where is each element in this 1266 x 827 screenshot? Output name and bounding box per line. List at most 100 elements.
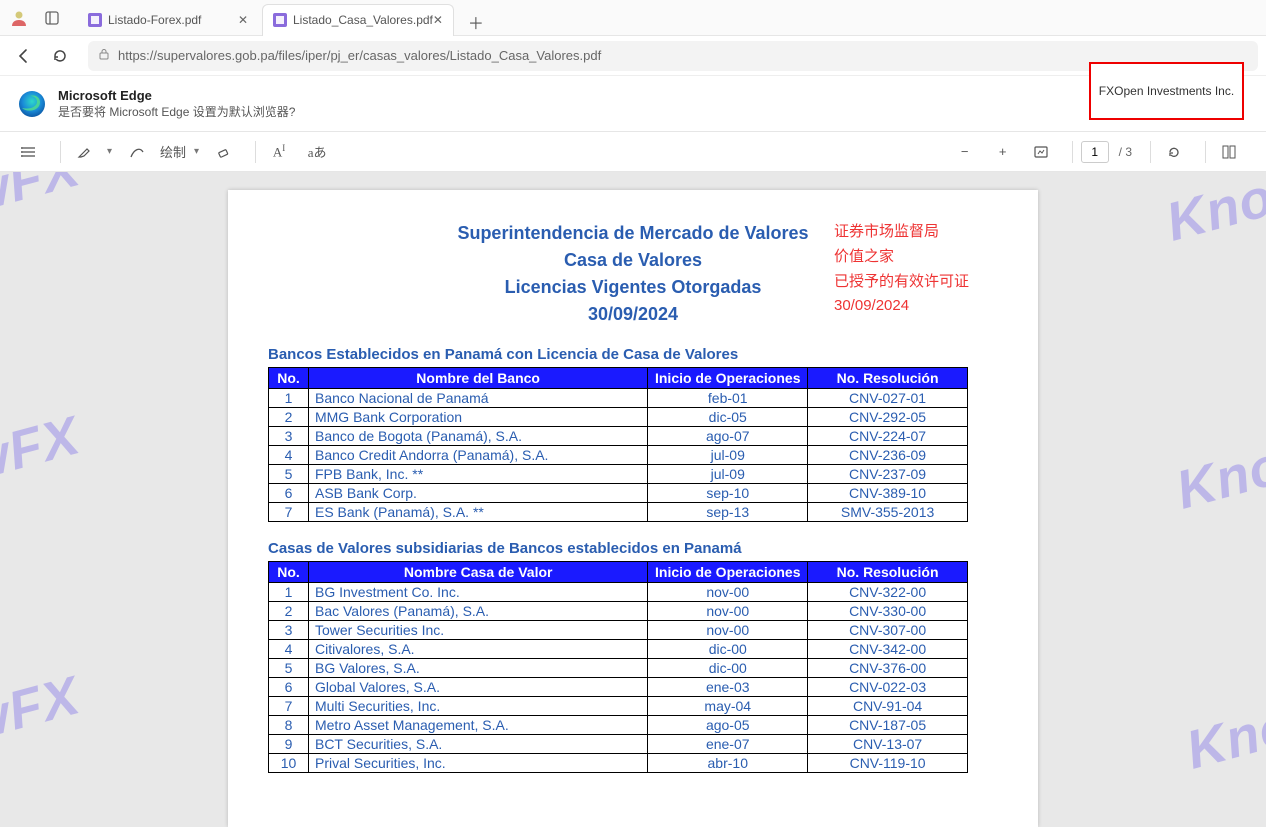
lock-icon [98, 48, 110, 63]
divider [60, 141, 61, 163]
cell-res: CNV-322-00 [808, 583, 968, 602]
erase-tool-icon[interactable] [209, 137, 239, 167]
chevron-down-icon[interactable]: ▾ [194, 146, 199, 157]
cell-name: Multi Securities, Inc. [308, 697, 647, 716]
new-tab-button[interactable]: ＋ [462, 8, 490, 36]
col-op: Inicio de Operaciones [648, 368, 808, 389]
tab-actions-icon[interactable] [38, 4, 66, 32]
cell-name: Banco de Bogota (Panamá), S.A. [308, 427, 647, 446]
cell-name: BG Investment Co. Inc. [308, 583, 647, 602]
cell-name: BCT Securities, S.A. [308, 735, 647, 754]
page-view-icon[interactable] [1214, 137, 1244, 167]
section2-title: Casas de Valores subsidiarias de Bancos … [268, 540, 998, 557]
table-row: 8 Metro Asset Management, S.A. ago-05 CN… [269, 716, 968, 735]
cell-name: Global Valores, S.A. [308, 678, 647, 697]
default-browser-banner: Microsoft Edge 是否要将 Microsoft Edge 设置为默认… [0, 76, 1266, 132]
tab-listado-casa-valores[interactable]: Listado_Casa_Valores.pdf ✕ [262, 4, 454, 36]
cell-res: CNV-237-09 [808, 465, 968, 484]
cell-no: 5 [269, 659, 309, 678]
cell-no: 4 [269, 640, 309, 659]
zoom-in-button[interactable]: + [988, 137, 1018, 167]
cell-op: ago-05 [648, 716, 808, 735]
watermark: KnowFX [0, 664, 86, 781]
close-icon[interactable]: ✕ [238, 13, 248, 27]
rotate-icon[interactable] [1159, 137, 1189, 167]
divider [255, 141, 256, 163]
cell-op: jul-09 [648, 446, 808, 465]
section1-title: Bancos Establecidos en Panamá con Licenc… [268, 346, 998, 363]
cell-res: CNV-224-07 [808, 427, 968, 446]
table-row: 3 Tower Securities Inc. nov-00 CNV-307-0… [269, 621, 968, 640]
cell-no: 10 [269, 754, 309, 773]
zoom-out-button[interactable]: − [950, 137, 980, 167]
cell-res: CNV-342-00 [808, 640, 968, 659]
casas-table: No. Nombre Casa de Valor Inicio de Opera… [268, 561, 968, 773]
cell-op: nov-00 [648, 621, 808, 640]
pdf-favicon-icon [273, 13, 287, 27]
table-row: 7 ES Bank (Panamá), S.A. ** sep-13 SMV-3… [269, 503, 968, 522]
annotation-line: 价值之家 [834, 245, 1014, 270]
annotation-line: 30/09/2024 [834, 294, 1014, 319]
divider [1150, 141, 1151, 163]
pdf-viewport[interactable]: KnowFX KnowFX KnowFX KnowFX KnowFX KnowF… [0, 172, 1266, 827]
pdf-toolbar: ▾ 绘制 ▾ AI aあ − + / 3 [0, 132, 1266, 172]
cell-name: ES Bank (Panamá), S.A. ** [308, 503, 647, 522]
cell-op: sep-13 [648, 503, 808, 522]
table-row: 6 ASB Bank Corp. sep-10 CNV-389-10 [269, 484, 968, 503]
close-icon[interactable]: ✕ [433, 13, 443, 27]
cell-op: ene-03 [648, 678, 808, 697]
contents-icon[interactable] [14, 137, 44, 167]
cell-no: 3 [269, 621, 309, 640]
cell-op: nov-00 [648, 602, 808, 621]
cell-no: 1 [269, 583, 309, 602]
draw-tool-icon[interactable] [122, 137, 152, 167]
cell-no: 7 [269, 503, 309, 522]
text-tool-icon[interactable]: AI [264, 137, 294, 167]
cell-op: nov-00 [648, 583, 808, 602]
chinese-annotation: 证券市场监督局 价值之家 已授予的有效许可证 30/09/2024 [834, 220, 1014, 319]
page-number-input[interactable] [1081, 141, 1109, 163]
url-input[interactable]: https://supervalores.gob.pa/files/iper/p… [88, 41, 1258, 71]
highlight-tool-icon[interactable] [69, 137, 99, 167]
cell-op: ago-07 [648, 427, 808, 446]
profile-icon[interactable] [10, 9, 28, 27]
cell-op: ene-07 [648, 735, 808, 754]
table-row: 10 Prival Securities, Inc. abr-10 CNV-11… [269, 754, 968, 773]
divider [1205, 141, 1206, 163]
read-aloud-icon[interactable]: aあ [302, 137, 332, 167]
highlight-annotation: FXOpen Investments Inc. [1089, 62, 1244, 120]
cell-no: 3 [269, 427, 309, 446]
cell-name: BG Valores, S.A. [308, 659, 647, 678]
cell-name: Prival Securities, Inc. [308, 754, 647, 773]
cell-res: CNV-119-10 [808, 754, 968, 773]
cell-res: CNV-187-05 [808, 716, 968, 735]
tab-listado-forex[interactable]: Listado-Forex.pdf ✕ [78, 4, 258, 36]
watermark: KnowFX [1170, 404, 1266, 521]
cell-res: CNV-13-07 [808, 735, 968, 754]
cell-no: 7 [269, 697, 309, 716]
cell-res: SMV-355-2013 [808, 503, 968, 522]
cell-no: 5 [269, 465, 309, 484]
table-row: 4 Citivalores, S.A. dic-00 CNV-342-00 [269, 640, 968, 659]
table-row: 2 MMG Bank Corporation dic-05 CNV-292-05 [269, 408, 968, 427]
cell-name: ASB Bank Corp. [308, 484, 647, 503]
table-row: 4 Banco Credit Andorra (Panamá), S.A. ju… [269, 446, 968, 465]
cell-op: dic-05 [648, 408, 808, 427]
cell-no: 6 [269, 678, 309, 697]
tab-label: Listado_Casa_Valores.pdf [293, 13, 433, 27]
cell-no: 2 [269, 602, 309, 621]
cell-name: Banco Nacional de Panamá [308, 389, 647, 408]
col-no: No. [269, 562, 309, 583]
back-button[interactable] [8, 40, 40, 72]
col-name: Nombre del Banco [308, 368, 647, 389]
col-op: Inicio de Operaciones [648, 562, 808, 583]
annotation-line: 已授予的有效许可证 [834, 270, 1014, 295]
cell-res: CNV-236-09 [808, 446, 968, 465]
fit-page-icon[interactable] [1026, 137, 1056, 167]
cell-no: 1 [269, 389, 309, 408]
chevron-down-icon[interactable]: ▾ [107, 146, 112, 157]
banner-title: Microsoft Edge [58, 88, 295, 103]
refresh-button[interactable] [44, 40, 76, 72]
cell-res: CNV-330-00 [808, 602, 968, 621]
divider [1072, 141, 1073, 163]
